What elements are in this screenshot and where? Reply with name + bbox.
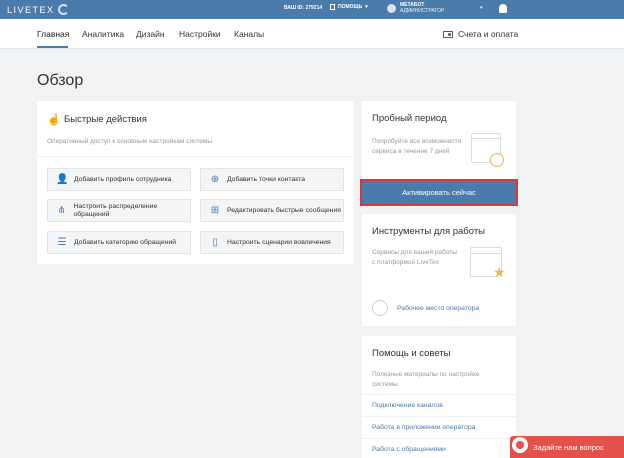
hierarchy-icon: ⋔ — [57, 204, 66, 216]
pointer-hand-icon: ☝ — [47, 114, 61, 126]
setup-engagement-button[interactable]: ▯ Настроить сценарии вовлечения — [200, 231, 344, 254]
page-title: Обзор — [37, 72, 84, 89]
billing-label: Счета и оплата — [458, 29, 519, 39]
tab-design[interactable]: Дизайн — [136, 29, 165, 39]
trial-text: Попробуйте все возможности сервиса в теч… — [372, 138, 462, 155]
add-contact-points-button[interactable]: ⊕ Добавить точки контакта — [200, 168, 344, 191]
quick-actions-title: Быстрые действия — [64, 114, 147, 125]
livetex-logo[interactable]: LIVETEX — [7, 4, 69, 15]
chat-label: Задайте нам вопрос — [533, 442, 604, 452]
bell-icon[interactable] — [499, 4, 507, 13]
chevron-down-icon: ▾ — [365, 4, 368, 10]
tab-settings[interactable]: Настройки — [179, 29, 221, 39]
setup-distribution-button[interactable]: ⋔ Настроить распределение обращений — [47, 199, 191, 222]
divider — [362, 394, 516, 395]
browser-star-icon: ★ — [470, 247, 506, 280]
wallet-icon — [443, 30, 453, 38]
add-category-button[interactable]: ☰ Добавить категорию обращений — [47, 231, 191, 254]
main-nav: Главная Аналитика Дизайн Настройки Канал… — [0, 19, 624, 49]
help-menu[interactable]: ПОМОЩЬ ▾ — [330, 4, 368, 10]
circle-plus-icon: ⊕ — [210, 173, 220, 185]
activate-now-button[interactable]: Активировать сейчас — [360, 179, 518, 206]
list-plus-icon: ☰ — [57, 236, 67, 248]
chat-bubble-icon[interactable] — [512, 437, 528, 453]
tab-home[interactable]: Главная — [37, 29, 69, 39]
button-label: Добавить категорию обращений — [74, 238, 177, 246]
divider — [362, 438, 516, 439]
tools-title: Инструменты для работы — [372, 226, 486, 237]
tab-channels[interactable]: Каналы — [234, 29, 264, 39]
quick-actions-panel: ☝ Быстрые действия Оперативный доступ к … — [37, 101, 354, 264]
top-bar: LIVETEX ВАШ ID: 279214 ПОМОЩЬ ▾ МЕТАБОТ … — [0, 0, 624, 19]
headset-icon — [372, 300, 388, 316]
user-chevron-down-icon[interactable]: ▾ — [480, 5, 483, 11]
user-menu[interactable]: МЕТАБОТ АДМИНИСТРАТОР — [387, 2, 444, 14]
help-text: Полезные материалы по настройке системы — [372, 371, 480, 388]
avatar — [387, 4, 396, 13]
help-title: Помощь и советы — [372, 348, 451, 359]
account-id: ВАШ ID: 279214 — [284, 5, 323, 11]
user-plus-icon: 👤 — [56, 173, 69, 185]
help-label: ПОМОЩЬ — [338, 4, 363, 10]
logo-text: LIVETEX — [7, 4, 55, 15]
button-label: Добавить точки контакта — [227, 175, 306, 183]
help-book-icon — [330, 4, 335, 10]
divider — [362, 416, 516, 417]
help-link-channels[interactable]: Подключение каналов — [372, 402, 443, 409]
help-panel: Помощь и советы Полезные материалы по на… — [362, 336, 516, 458]
active-tab-indicator — [37, 46, 68, 48]
tab-analytics[interactable]: Аналитика — [82, 29, 124, 39]
tools-text: Сервисы для вашей работы с платформой Li… — [372, 249, 457, 266]
trial-title: Пробный период — [372, 113, 447, 124]
edit-quick-messages-button[interactable]: ⊞ Редактировать быстрые сообщения — [200, 199, 344, 222]
add-employee-button[interactable]: 👤 Добавить профиль сотрудника — [47, 168, 191, 191]
billing-link[interactable]: Счета и оплата — [443, 29, 518, 39]
quick-actions-subtitle: Оперативный доступ к основным настройкам… — [47, 138, 212, 145]
button-label: Настроить распределение обращений — [73, 202, 158, 218]
message-plus-icon: ⊞ — [210, 204, 220, 216]
tools-panel: Инструменты для работы Сервисы для вашей… — [362, 214, 516, 326]
operator-workplace-link[interactable]: Рабочее место оператора — [397, 305, 479, 312]
user-role: АДМИНИСТРАТОР — [400, 8, 445, 14]
document-plus-icon: ▯ — [212, 236, 218, 248]
divider — [37, 156, 354, 157]
button-label: Настроить сценарии вовлечения — [227, 238, 331, 246]
button-label: Редактировать быстрые сообщения — [227, 206, 341, 214]
help-link-operator-app[interactable]: Работа в приложении оператора — [372, 424, 475, 431]
calendar-clock-icon — [471, 133, 504, 167]
help-link-requests[interactable]: Работа с обращениями — [372, 446, 446, 453]
button-label: Добавить профиль сотрудника — [74, 175, 172, 183]
logo-mark-icon — [57, 4, 69, 15]
